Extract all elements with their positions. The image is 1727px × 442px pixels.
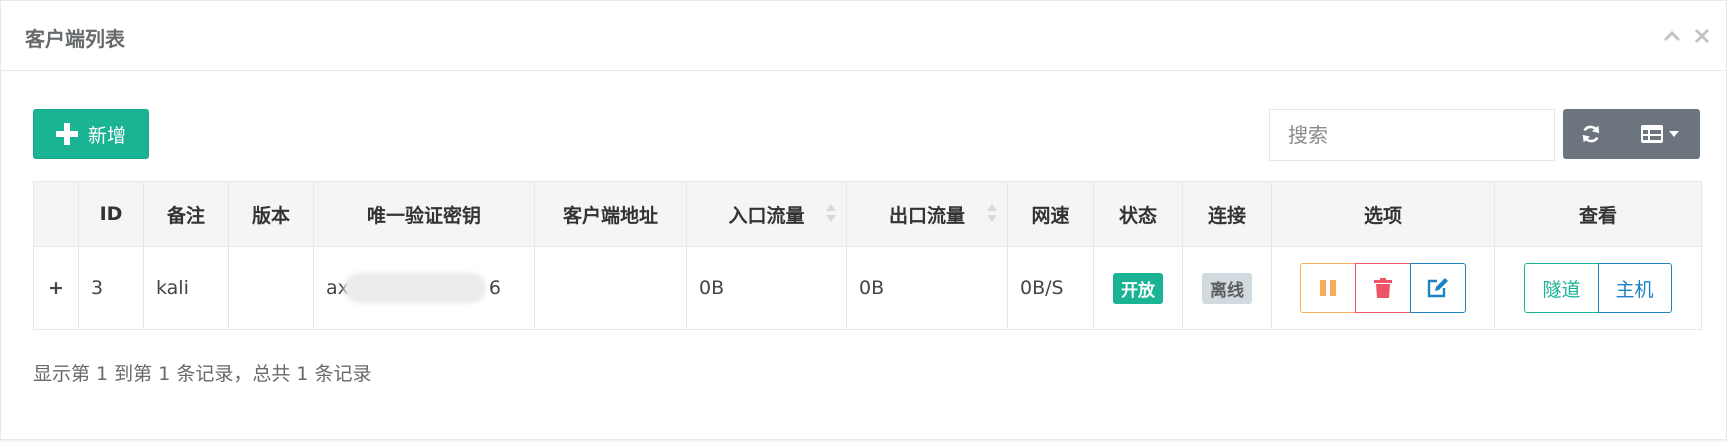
- table-tools-group: [1563, 109, 1700, 159]
- header-expand: [33, 181, 79, 247]
- header-address: 客户端地址: [534, 181, 687, 247]
- redaction-blur: [344, 273, 486, 303]
- clients-table: ID 备注 版本 唯一验证密钥 客户端地址 入口流量 出口流量 网速 状态 连接…: [33, 181, 1702, 330]
- header-speed: 网速: [1007, 181, 1094, 247]
- table-header-row: ID 备注 版本 唯一验证密钥 客户端地址 入口流量 出口流量 网速 状态 连接…: [33, 181, 1702, 247]
- status-badge: 开放: [1113, 272, 1163, 304]
- cell-version: [228, 246, 314, 330]
- pause-button[interactable]: [1299, 263, 1356, 313]
- expand-row-icon[interactable]: +: [33, 246, 79, 330]
- panel-tools: [1662, 21, 1712, 51]
- add-button-label: 新增: [87, 125, 126, 147]
- redacted-key: ax 6: [326, 273, 501, 303]
- chevron-up-icon[interactable]: [1662, 21, 1682, 51]
- header-connection: 连接: [1182, 181, 1272, 247]
- sort-icon: [826, 204, 836, 224]
- cell-view: 隧道 主机: [1494, 246, 1702, 330]
- search-input[interactable]: [1269, 109, 1555, 161]
- cell-note: kali: [143, 246, 229, 330]
- cell-status: 开放: [1093, 246, 1183, 330]
- refresh-button[interactable]: [1563, 109, 1619, 159]
- cell-options: [1271, 246, 1495, 330]
- cell-connection: 离线: [1182, 246, 1272, 330]
- header-in-flow[interactable]: 入口流量: [686, 181, 847, 247]
- header-out-flow-label: 出口流量: [888, 204, 965, 227]
- view-actions: 隧道 主机: [1507, 263, 1689, 313]
- row-actions: [1284, 263, 1482, 313]
- refresh-icon: [1582, 125, 1600, 143]
- delete-button[interactable]: [1354, 263, 1411, 313]
- table-row: + 3 kali ax 6 0B 0B 0B/S 开放 离线 隧道 主机: [33, 246, 1702, 330]
- client-list-panel: 客户端列表 新增 搜索 ID 备注 版本 唯一验证密钥 客户端地址 入口流量 出…: [0, 0, 1727, 440]
- view-tunnel-button[interactable]: 隧道: [1524, 263, 1599, 313]
- caret-down-icon: [1668, 131, 1679, 137]
- edit-icon: [1427, 278, 1448, 298]
- cell-id: 3: [78, 246, 144, 330]
- cell-out-flow: 0B: [846, 246, 1008, 330]
- cell-in-flow: 0B: [686, 246, 847, 330]
- edit-button[interactable]: [1409, 263, 1466, 313]
- close-icon[interactable]: [1692, 21, 1712, 51]
- header-view: 查看: [1494, 181, 1702, 247]
- columns-toggle-button[interactable]: [1619, 109, 1700, 159]
- header-options: 选项: [1271, 181, 1495, 247]
- plus-icon: [55, 123, 78, 145]
- view-host-button[interactable]: 主机: [1597, 263, 1672, 313]
- header-key: 唯一验证密钥: [313, 181, 535, 247]
- trash-icon: [1373, 278, 1392, 298]
- pause-icon: [1319, 280, 1336, 296]
- header-out-flow[interactable]: 出口流量: [846, 181, 1008, 247]
- key-end: 6: [488, 277, 501, 299]
- header-note: 备注: [143, 181, 229, 247]
- cell-address: [534, 246, 687, 330]
- connection-badge: 离线: [1202, 272, 1252, 304]
- header-version: 版本: [228, 181, 314, 247]
- columns-icon: [1640, 125, 1663, 143]
- panel-header: 客户端列表: [1, 1, 1726, 71]
- pagination-summary: 显示第 1 到第 1 条记录，总共 1 条记录: [33, 363, 372, 385]
- cell-speed: 0B/S: [1007, 246, 1094, 330]
- panel-title: 客户端列表: [25, 27, 125, 51]
- sort-icon: [987, 204, 997, 224]
- cell-key: ax 6: [313, 246, 535, 330]
- header-in-flow-label: 入口流量: [728, 204, 805, 227]
- add-client-button[interactable]: 新增: [33, 109, 149, 159]
- header-status: 状态: [1093, 181, 1183, 247]
- header-id[interactable]: ID: [78, 181, 144, 247]
